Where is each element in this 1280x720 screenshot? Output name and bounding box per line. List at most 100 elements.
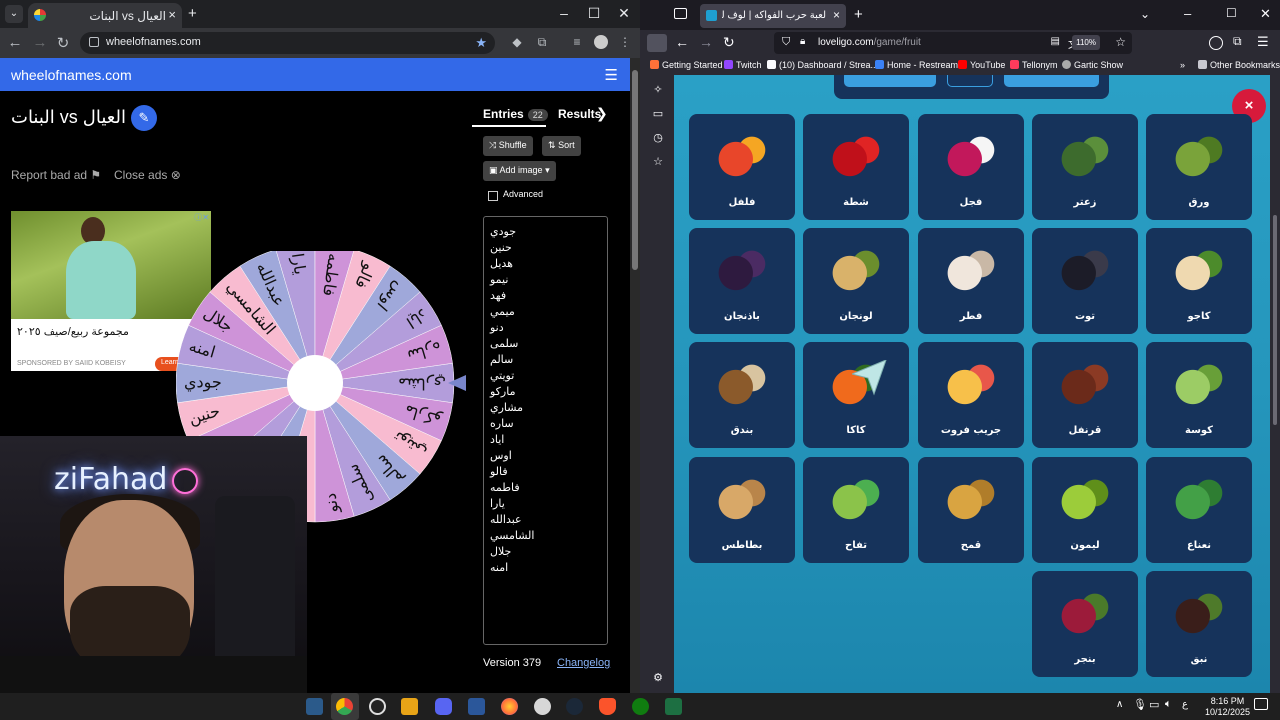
entry-line[interactable]: فاطمه [490,480,607,496]
close-window-icon[interactable]: ✕ [612,5,636,22]
entry-line[interactable]: هديل [490,256,607,272]
synced-tabs-icon[interactable]: ▭ [651,107,665,121]
hamburger-menu-icon[interactable]: ☰ [605,66,618,84]
bookmark-youtube[interactable]: YouTube [958,60,1005,70]
chrome-icon[interactable] [336,698,353,715]
entry-line[interactable]: امنه [490,560,607,576]
report-bad-ad-link[interactable]: Report bad ad ⚑ [11,168,101,182]
app-icon[interactable] [306,698,323,715]
new-tab-button[interactable]: + [188,5,197,22]
bookmarks-icon[interactable]: ☆ [651,155,665,169]
extension-icon[interactable]: ◆ [510,35,524,49]
close-tab-icon[interactable]: × [168,7,176,22]
calculator-icon[interactable] [401,698,418,715]
fruit-card[interactable]: جريب فروت [918,342,1024,448]
fruit-card[interactable]: كاجو [1146,228,1252,334]
steam-icon[interactable] [566,698,583,715]
close-window-icon[interactable]: ✕ [1260,6,1271,22]
list-all-tabs-icon[interactable]: ⌄ [1140,7,1150,21]
shuffle-button[interactable]: ⤨ Shuffle [483,136,533,156]
active-tab[interactable]: لعبة حرب الفواكه | لوف ليجو يو × [700,4,846,28]
entry-line[interactable]: تويتي [490,368,607,384]
left-scrollbar[interactable] [630,58,640,693]
notifications-icon[interactable] [1254,698,1268,710]
fruit-card[interactable]: فطر [918,228,1024,334]
vpn-icon[interactable] [534,698,551,715]
word-icon[interactable] [468,698,485,715]
entry-line[interactable]: ماركو [490,384,607,400]
fruit-card[interactable]: فلفل [689,114,795,220]
entry-line[interactable]: سلمى [490,336,607,352]
advanced-checkbox[interactable] [488,191,498,201]
site-brand[interactable]: wheelofnames.com [11,67,132,83]
left-scrollbar-thumb[interactable] [632,70,638,270]
ad-choices-icon[interactable]: ⓘ✕ [194,212,209,223]
fruit-card[interactable]: نعناع [1146,457,1252,563]
entry-line[interactable]: الشامسي [490,528,607,544]
right-scrollbar-thumb[interactable] [1273,215,1277,425]
entry-line[interactable]: نيمو [490,272,607,288]
top-panel-button-1[interactable] [844,75,936,87]
close-ads-link[interactable]: Close ads ⊗ [114,168,181,182]
forward-icon[interactable]: → [699,34,713,50]
fruit-card[interactable]: باذنجان [689,228,795,334]
bookmark-getting-started[interactable]: Getting Started [650,60,723,70]
fruit-card[interactable]: قمح [918,457,1024,563]
close-tab-icon[interactable]: × [833,8,840,22]
bookmark-twitch[interactable]: Twitch [724,60,762,70]
entry-line[interactable]: اوس [490,448,607,464]
fruit-card[interactable]: زعتر [1032,114,1138,220]
show-hidden-icons-icon[interactable]: ∧ [1116,699,1123,710]
discord-icon[interactable] [435,698,452,715]
language-indicator[interactable]: ع [1182,699,1188,710]
customize-sidebar-icon[interactable]: ⚙ [651,671,665,685]
network-icon[interactable]: ▭ [1149,698,1159,711]
fruit-card[interactable]: بطاطس [689,457,795,563]
bookmark-star-icon[interactable]: ☆ [1115,35,1126,49]
bookmark-gartic[interactable]: Gartic Show [1062,60,1123,70]
changelog-link[interactable]: Changelog [557,657,610,669]
system-clock[interactable]: 8:16 PM 10/12/2025 [1205,696,1250,718]
reload-icon[interactable]: ↻ [53,34,73,52]
sidebar-toggle-icon[interactable] [647,34,667,52]
back-icon[interactable]: ← [675,34,689,50]
entry-line[interactable]: عبدالله [490,512,607,528]
fruit-card[interactable]: ليمون [1032,457,1138,563]
entry-line[interactable]: اياد [490,432,607,448]
profile-avatar-icon[interactable] [594,35,608,49]
ai-chatbot-icon[interactable]: ✧ [651,83,665,97]
back-icon[interactable]: ← [5,34,25,51]
entry-line[interactable]: ساره [490,416,607,432]
entry-line[interactable]: دنو [490,320,607,336]
minimize-icon[interactable]: – [552,5,576,21]
tab-groups-icon[interactable] [674,8,687,19]
active-tab[interactable]: البنات vs العيال × [28,3,182,28]
shield-icon[interactable]: ⛉ [782,36,790,49]
site-info-icon[interactable] [89,37,99,47]
entry-line[interactable]: جلال [490,544,607,560]
tab-search-button[interactable]: ⌄ [5,5,23,23]
microphone-icon[interactable]: 🎙︎ [1133,698,1147,711]
zoom-level-badge[interactable]: 110% [1072,35,1100,50]
right-scrollbar[interactable] [1270,75,1280,693]
forward-icon[interactable]: → [30,34,50,51]
entry-line[interactable]: سالم [490,352,607,368]
excel-icon[interactable] [665,698,682,715]
entries-textarea[interactable]: جودي حنين هديل نيمو فهد ميمي دنو سلمى سالم تويتي م… [483,216,608,645]
bookmark-star-icon[interactable]: ★ [475,35,487,51]
fruit-card[interactable]: كوسة [1146,342,1252,448]
media-control-icon[interactable]: ≡ [570,35,584,49]
app-menu-icon[interactable]: ☰ [1257,34,1269,50]
fruit-card[interactable]: توت [1032,228,1138,334]
firefox-icon[interactable] [501,698,518,715]
fruit-card[interactable]: ورق [1146,114,1252,220]
fruit-card[interactable]: لونجان [803,228,909,334]
address-bar[interactable]: wheelofnames.com ★ [80,32,495,54]
bookmark-tellonym[interactable]: Tellonym [1010,60,1058,70]
bookmark-restream[interactable]: Home - Restream [875,60,958,70]
top-panel-button-2[interactable] [947,75,993,87]
address-bar[interactable]: ⛉ 🔒︎ loveligo.com/game/fruit ▤ 文 110% ☆ [774,32,1132,54]
maximize-icon[interactable]: ☐ [1226,6,1237,20]
history-icon[interactable]: ◷ [651,131,665,145]
volume-icon[interactable]: 🔈︎ [1165,698,1172,711]
